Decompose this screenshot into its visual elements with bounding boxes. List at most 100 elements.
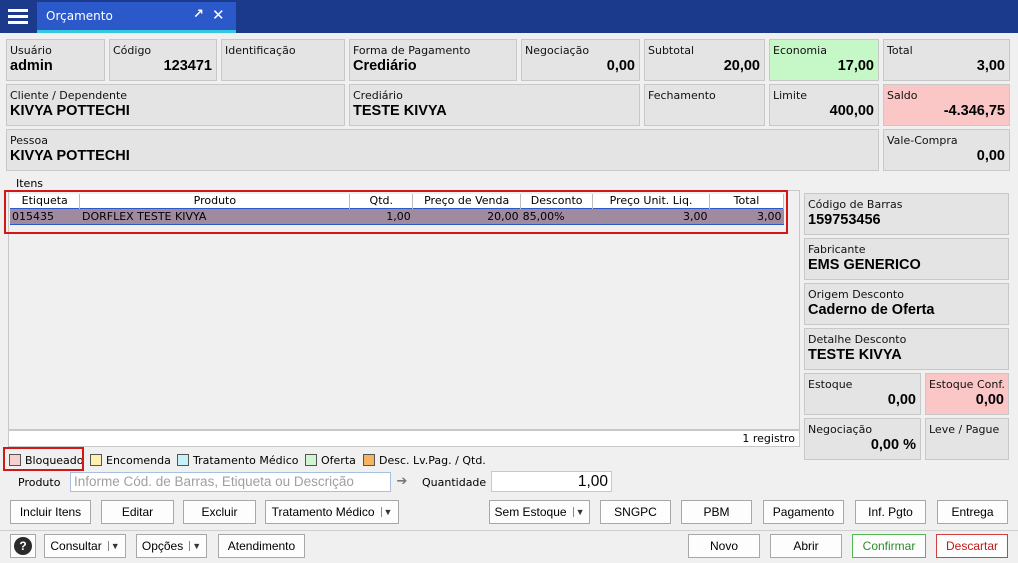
help-icon: ? [14,537,32,555]
cliente-field: Cliente / Dependente KIVYA POTTECHI [6,84,345,126]
forma-pagamento-label: Forma de Pagamento [353,44,471,57]
usuario-label: Usuário [10,44,52,57]
tratamento-medico-label: Tratamento Médico [271,505,375,519]
crediario-label: Crediário [353,89,403,102]
saldo-field: Saldo -4.346,75 [883,84,1010,126]
legend-swatch [177,454,189,466]
incluir-itens-button[interactable]: Incluir Itens [10,500,91,524]
limite-value: 400,00 [829,103,874,119]
chevron-down-icon[interactable]: ▼ [572,507,584,517]
atendimento-label: Atendimento [227,539,296,553]
quantidade-label: Quantidade [422,476,487,489]
origem-desconto-field: Origem Desconto Caderno de Oferta [804,283,1009,325]
tratamento-medico-button[interactable]: Tratamento Médico ▼ [265,500,399,524]
detalhe-desconto-field: Detalhe Desconto TESTE KIVYA [804,328,1009,370]
identificacao-label: Identificação [225,44,296,57]
chevron-down-icon[interactable]: ▼ [107,541,120,551]
estoque-conf-label: Estoque Conf. [929,378,1005,391]
leve-pague-label: Leve / Pague [929,423,1000,436]
negociacao-percent-label: Negociação [808,423,873,436]
limite-field: Limite 400,00 [769,84,879,126]
pessoa-field: Pessoa KIVYA POTTECHI [6,129,879,171]
entrega-button[interactable]: Entrega [937,500,1008,524]
novo-button[interactable]: Novo [688,534,760,558]
novo-label: Novo [709,539,738,553]
legend-oferta: Oferta [305,452,356,468]
fabricante-value: EMS GENERICO [808,257,921,273]
legend-label: Encomenda [106,453,171,467]
confirmar-button[interactable]: Confirmar [852,534,926,558]
divider [0,530,1018,531]
total-label: Total [887,44,913,57]
negociacao-field: Negociação 0,00 [521,39,640,81]
usuario-value: admin [10,58,53,74]
hamburger-menu-icon[interactable] [0,0,36,33]
crediario-value: TESTE KIVYA [353,103,447,119]
pagamento-button[interactable]: Pagamento [763,500,844,524]
subtotal-field: Subtotal 20,00 [644,39,765,81]
editar-label: Editar [121,505,154,519]
codigo-barras-label: Código de Barras [808,198,903,211]
pessoa-value: KIVYA POTTECHI [10,148,130,164]
tab-orcamento[interactable]: Orçamento ↗ ✕ [37,2,236,33]
detalhe-desconto-label: Detalhe Desconto [808,333,907,346]
sem-estoque-button[interactable]: Sem Estoque ▼ [489,500,590,524]
estoque-conf-field: Estoque Conf. 0,00 [925,373,1009,415]
negociacao-label: Negociação [525,44,590,57]
detalhe-desconto-value: TESTE KIVYA [808,347,902,363]
forma-pagamento-value: Crediário [353,58,417,74]
legend-label: Oferta [321,453,356,467]
highlight-items-box [4,190,788,234]
codigo-barras-field: Código de Barras 159753456 [804,193,1009,235]
codigo-field: Código 123471 [109,39,217,81]
opcoes-button[interactable]: Opções ▼ [136,534,207,558]
negociacao-percent-field: Negociação 0,00 % [804,418,921,460]
abrir-button[interactable]: Abrir [770,534,842,558]
total-value: 3,00 [976,58,1005,74]
chevron-down-icon[interactable]: ▼ [380,507,392,517]
produto-label: Produto [18,476,61,489]
excluir-button[interactable]: Excluir [183,500,256,524]
cliente-label: Cliente / Dependente [10,89,128,102]
close-icon[interactable]: ✕ [212,6,225,24]
sngpc-button[interactable]: SNGPC [600,500,671,524]
atendimento-button[interactable]: Atendimento [218,534,305,558]
legend-desc-lv-pag: Desc. Lv.Pag. / Qtd. [363,452,486,468]
produto-search-input[interactable]: Informe Cód. de Barras, Etiqueta ou Desc… [70,472,391,492]
confirmar-label: Confirmar [862,539,916,553]
economia-field: Economia 17,00 [769,39,879,81]
inf-pgto-label: Inf. Pgto [868,505,913,519]
legend-tratamento-medico: Tratamento Médico [177,452,299,468]
editar-button[interactable]: Editar [101,500,174,524]
vale-compra-label: Vale-Compra [887,134,958,147]
legend-swatch [363,454,375,466]
incluir-itens-label: Incluir Itens [19,505,82,519]
entrega-label: Entrega [951,505,994,519]
economia-value: 17,00 [837,58,874,74]
fabricante-label: Fabricante [808,243,866,256]
subtotal-label: Subtotal [648,44,695,57]
help-button[interactable]: ? [10,534,36,558]
codigo-label: Código [113,44,152,57]
fabricante-field: Fabricante EMS GENERICO [804,238,1009,280]
arrow-right-icon[interactable]: ➔ [393,473,411,491]
pagamento-label: Pagamento [772,505,835,519]
descartar-button[interactable]: Descartar [936,534,1008,558]
consultar-button[interactable]: Consultar ▼ [44,534,126,558]
fechamento-label: Fechamento [648,89,716,102]
sem-estoque-label: Sem Estoque [494,505,567,519]
economia-label: Economia [773,44,827,57]
pessoa-label: Pessoa [10,134,48,147]
highlight-bloqueado-box [3,447,84,471]
undock-icon[interactable]: ↗ [193,7,204,22]
legend-swatch [305,454,317,466]
inf-pgto-button[interactable]: Inf. Pgto [855,500,926,524]
chevron-down-icon[interactable]: ▼ [189,541,201,551]
quantidade-input[interactable]: 1,00 [491,471,612,492]
saldo-label: Saldo [887,89,918,102]
codigo-value: 123471 [163,58,212,74]
estoque-field: Estoque 0,00 [804,373,921,415]
pbm-button[interactable]: PBM [681,500,752,524]
negociacao-percent-value: 0,00 % [870,437,916,453]
usuario-field: Usuário admin [6,39,105,81]
